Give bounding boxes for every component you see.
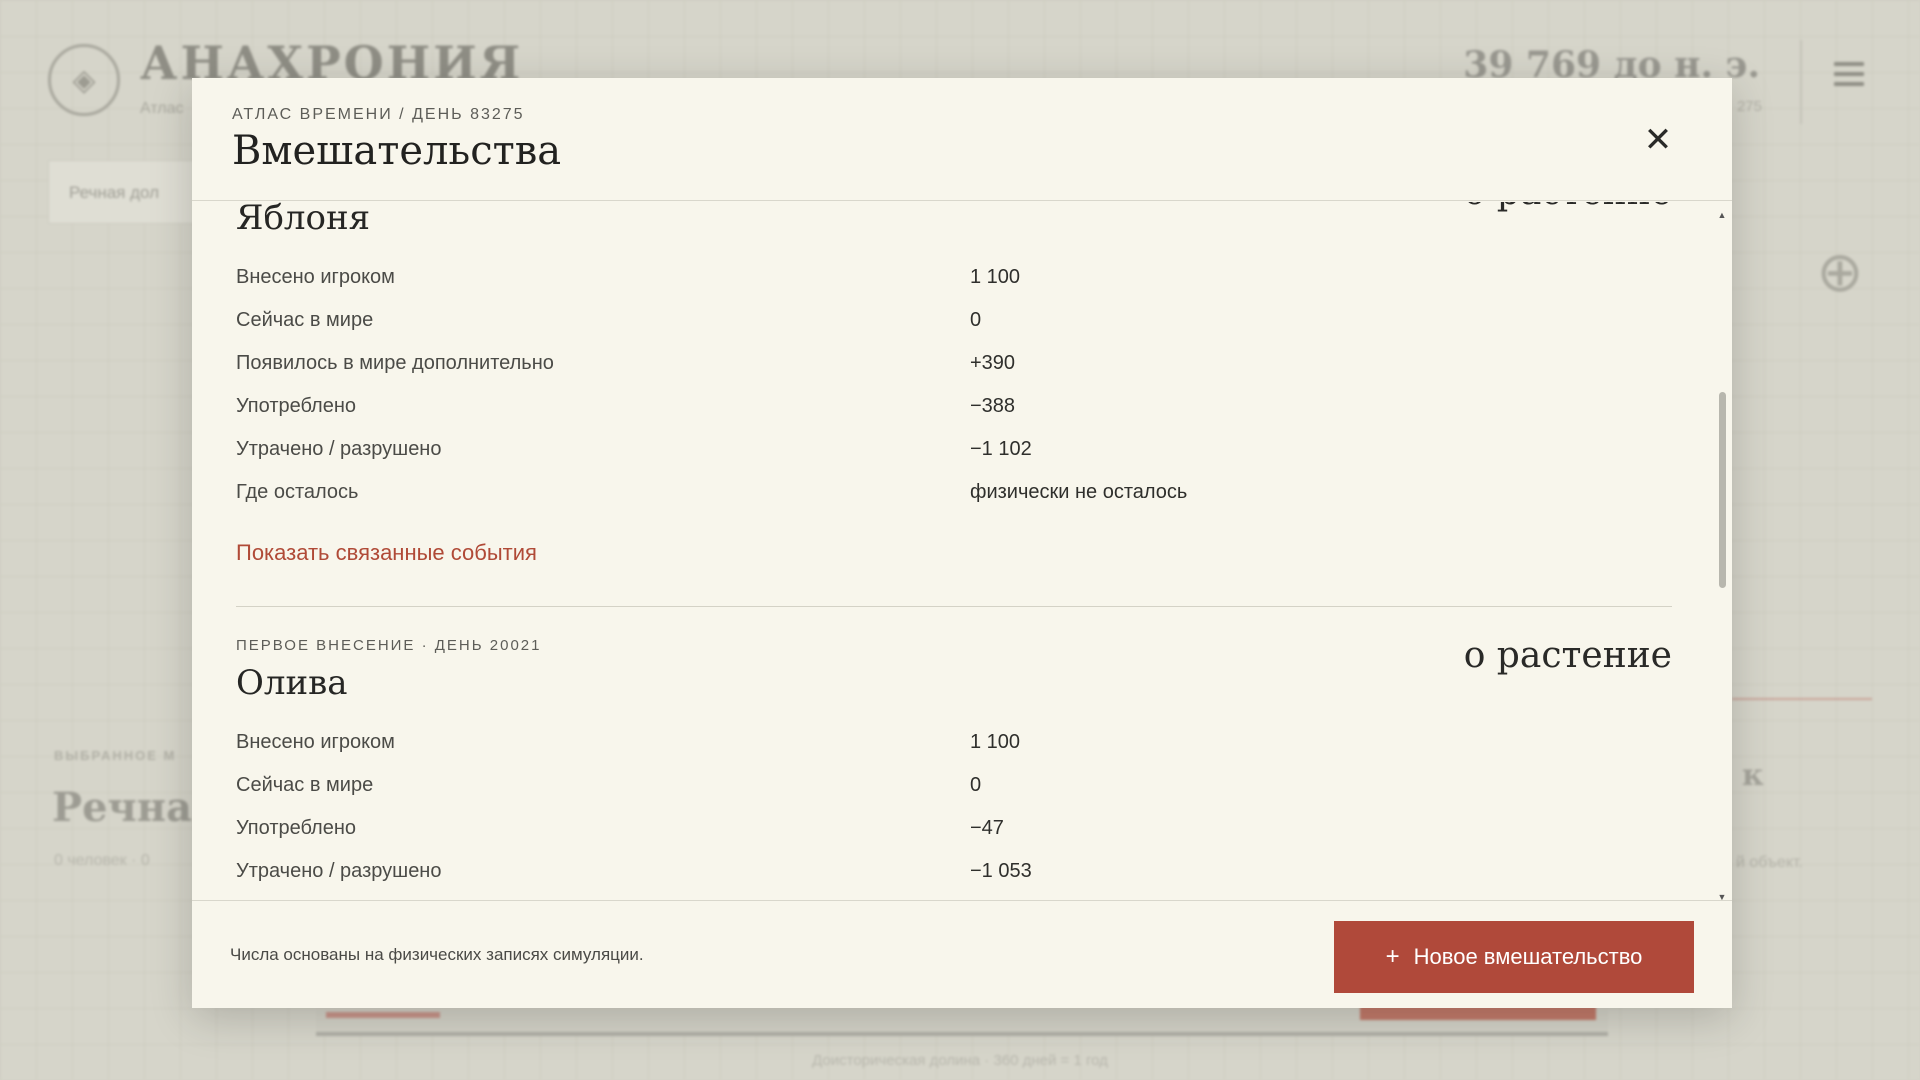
- intervention-name: Яблоня: [236, 202, 371, 238]
- intervention-card: о растение Яблоня Внесено игроком 1 100 …: [236, 202, 1672, 606]
- stat-value: −388: [970, 395, 1016, 417]
- interventions-dialog: АТЛАС ВРЕМЕНИ / ДЕНЬ 83275 Вмешательства…: [192, 78, 1732, 1008]
- dialog-scroll-area[interactable]: о растение Яблоня Внесено игроком 1 100 …: [192, 202, 1712, 978]
- stat-row: Внесено игроком 1 100: [236, 256, 1672, 299]
- stat-row: Употреблено −388: [236, 385, 1672, 428]
- dialog-scrollbar[interactable]: ▲ ▼: [1716, 202, 1728, 902]
- stat-value: 0: [970, 774, 982, 796]
- plus-icon: +: [1385, 943, 1400, 970]
- stat-value: −1 102: [970, 438, 1032, 460]
- stat-label: Употреблено: [236, 395, 357, 417]
- selected-object-meta: 0 человек · 0: [54, 852, 150, 869]
- intervention-card: ПЕРВОЕ ВНЕСЕНИЕ · ДЕНЬ 20021 о растение …: [236, 606, 1672, 933]
- footer-note: Числа основаны на физических записях сим…: [230, 945, 644, 964]
- dialog-header: АТЛАС ВРЕМЕНИ / ДЕНЬ 83275 Вмешательства…: [192, 78, 1732, 201]
- stat-value: 1 100: [970, 731, 1021, 753]
- stat-label: Утрачено / разрушено: [236, 860, 442, 882]
- stat-value: −47: [970, 817, 1004, 839]
- stat-value: −1 053: [970, 860, 1032, 882]
- breadcrumb: АТЛАС ВРЕМЕНИ / ДЕНЬ 83275: [232, 106, 525, 123]
- right-panel-heading: к: [1742, 758, 1764, 793]
- compass-logo-icon: ◈: [48, 44, 120, 116]
- calendar-footer: Доисторическая долина · 360 дней = 1 год: [812, 1052, 1108, 1069]
- close-icon[interactable]: ✕: [1640, 122, 1676, 158]
- show-related-events-link[interactable]: Показать связанные события: [236, 540, 537, 566]
- scrollbar-thumb[interactable]: [1719, 392, 1726, 588]
- stat-value: 1 100: [970, 266, 1021, 288]
- stat-label: Где осталось: [236, 481, 359, 503]
- stat-label: Внесено игроком: [236, 731, 395, 753]
- stat-label: Утрачено / разрушено: [236, 438, 442, 460]
- stat-label: Появилось в мире дополнительно: [236, 352, 554, 374]
- intervention-kind: о растение: [1464, 202, 1672, 213]
- stat-label: Внесено игроком: [236, 266, 395, 288]
- stat-label: Употреблено: [236, 817, 357, 839]
- stat-row: Сейчас в мире 0: [236, 299, 1672, 342]
- stat-value: 0: [970, 309, 982, 331]
- stat-row: Сейчас в мире 0: [236, 764, 1672, 807]
- timeline-action-button: [1360, 1006, 1596, 1020]
- stat-row: Утрачено / разрушено −1 102: [236, 428, 1672, 471]
- intervention-name: Олива: [236, 663, 348, 703]
- stat-row: Появилось в мире дополнительно +390: [236, 342, 1672, 385]
- app-subtitle: Атлас: [140, 100, 184, 117]
- new-intervention-button[interactable]: + Новое вмешательство: [1334, 921, 1694, 993]
- scroll-up-icon[interactable]: ▲: [1717, 210, 1727, 220]
- dialog-title: Вмешательства: [232, 128, 562, 174]
- intervention-tag: ПЕРВОЕ ВНЕСЕНИЕ · ДЕНЬ 20021: [236, 637, 542, 654]
- stat-value: физически не осталось: [970, 481, 1188, 503]
- stat-label: Сейчас в мире: [236, 774, 374, 796]
- stat-value: +390: [970, 352, 1016, 374]
- selected-object-name: Речная: [52, 784, 192, 831]
- header-divider: [1800, 40, 1802, 124]
- right-panel-note: й объект.: [1736, 854, 1803, 871]
- stat-row: Утрачено / разрушено −1 053: [236, 850, 1672, 893]
- hamburger-menu-icon: [1834, 62, 1864, 86]
- timeline-progress: [326, 1012, 440, 1018]
- map-compass-icon: ⊕: [1816, 240, 1864, 303]
- new-intervention-label: Новое вмешательство: [1413, 944, 1643, 969]
- current-date-sub: 275: [1736, 98, 1762, 115]
- intervention-kind: о растение: [1463, 635, 1672, 676]
- selected-object-label: ВЫБРАННОЕ М: [54, 748, 177, 763]
- accent-line: [1732, 698, 1872, 700]
- interventions-list: о растение Яблоня Внесено игроком 1 100 …: [236, 202, 1672, 933]
- stat-row: Где осталось физически не осталось: [236, 471, 1672, 514]
- stat-row: Употреблено −47: [236, 807, 1672, 850]
- stat-label: Сейчас в мире: [236, 309, 374, 331]
- stat-row: Внесено игроком 1 100: [236, 721, 1672, 764]
- dialog-footer: Числа основаны на физических записях сим…: [192, 900, 1732, 1008]
